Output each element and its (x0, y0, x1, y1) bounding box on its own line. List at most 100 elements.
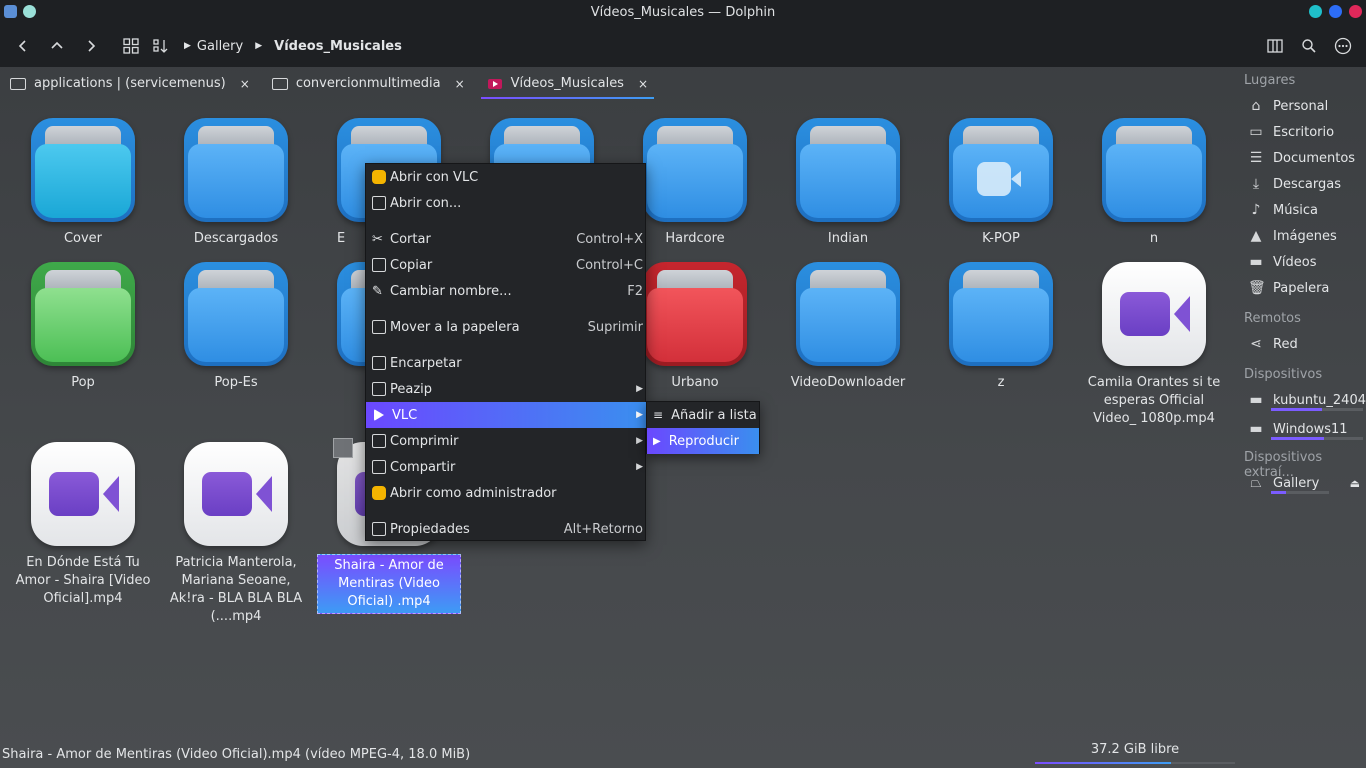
file-item[interactable]: Pop-Es (166, 262, 306, 392)
menu-item-share[interactable]: Compartir ▶ (366, 454, 647, 480)
drive-usage-fill (1271, 408, 1322, 411)
search-icon (1302, 39, 1316, 53)
menu-item-play[interactable]: ▶ Reproducir (647, 428, 759, 454)
menu-item-open-with[interactable]: Abrir con... (366, 190, 647, 216)
menu-item-encarpetar[interactable]: Encarpetar (366, 350, 647, 376)
menu-item-properties[interactable]: Propiedades Alt+Retorno (366, 516, 647, 542)
up-button[interactable] (42, 31, 72, 61)
file-item[interactable]: VideoDownloader (778, 262, 918, 392)
file-name: z (997, 375, 1005, 390)
file-item[interactable]: Pop (13, 262, 153, 392)
file-item[interactable]: n (1084, 118, 1224, 248)
menu-item-label: Compartir (390, 459, 456, 475)
tab-close-icon[interactable]: × (240, 77, 250, 91)
sidebar-item-videos[interactable]: ▬ Vídeos (1244, 249, 1366, 275)
sort-button[interactable] (146, 31, 176, 61)
sidebar-item-label: Red (1273, 336, 1298, 352)
sidebar-item-red[interactable]: ⋖ Red (1244, 331, 1366, 357)
places-header: Lugares (1244, 73, 1296, 88)
camera-lens-icon (103, 476, 119, 512)
close-button[interactable] (1349, 5, 1362, 18)
menu-item-label: Copiar (390, 257, 433, 273)
folder-icon (796, 118, 900, 222)
tab-applications[interactable]: applications | (servicemenus) × (2, 67, 258, 100)
window-title: Vídeos_Musicales — Dolphin (590, 5, 776, 20)
menu-button[interactable] (1328, 31, 1358, 61)
menu-item-rename[interactable]: ✎ Cambiar nombre... F2 (366, 278, 647, 304)
breadcrumb-arrow-icon[interactable]: ▶ (255, 41, 262, 51)
folder-icon (184, 118, 288, 222)
icons-view-button[interactable] (116, 31, 146, 61)
trash-icon: 🗑 (1248, 280, 1266, 296)
file-item[interactable]: Descargados (166, 118, 306, 248)
toolbar-right-actions (1260, 31, 1358, 61)
file-name: VideoDownloader (790, 375, 906, 390)
file-name: K-POP (982, 231, 1020, 246)
file-item[interactable]: En Dónde Está Tu Amor - Shaira [Video Of… (13, 442, 153, 608)
file-item[interactable]: Camila Orantes si te esperas Official Vi… (1084, 262, 1224, 428)
sidebar-item-escritorio[interactable]: ▭ Escritorio (1244, 119, 1366, 145)
maximize-button[interactable] (1329, 5, 1342, 18)
breadcrumb-current[interactable]: Vídeos_Musicales (274, 39, 402, 54)
pin-icon[interactable] (23, 5, 36, 18)
breadcrumb-arrow-icon[interactable]: ▶ (184, 41, 191, 51)
eject-icon[interactable]: ⏏ (1350, 477, 1360, 490)
toolbar: ▶ Gallery ▶ Vídeos_Musicales (0, 25, 1366, 67)
menu-item-open-vlc[interactable]: Abrir con VLC (366, 164, 647, 190)
camera-lens-icon (256, 476, 272, 512)
menu-item-label: Abrir como administrador (390, 485, 557, 501)
sidebar-item-imagenes[interactable]: ▲ Imágenes (1244, 223, 1366, 249)
file-item[interactable]: Cover (13, 118, 153, 248)
menu-item-open-as-admin[interactable]: Abrir como administrador (366, 480, 647, 506)
sidebar-item-label: Windows11 (1273, 421, 1348, 437)
tab-close-icon[interactable]: × (455, 77, 465, 91)
tab-videos-musicales[interactable]: Vídeos_Musicales × (479, 67, 656, 100)
split-view-button[interactable] (1260, 31, 1290, 61)
menu-item-cut[interactable]: ✂ Cortar Control+X (366, 226, 647, 252)
sidebar-item-personal[interactable]: ⌂ Personal (1244, 93, 1366, 119)
sidebar-item-label: Papelera (1273, 280, 1330, 296)
file-item[interactable]: Indian (778, 118, 918, 248)
app-menu-icon[interactable] (4, 5, 17, 18)
shortcut: Control+C (576, 257, 643, 273)
file-name: Descargados (193, 231, 279, 246)
sidebar-item-papelera[interactable]: 🗑 Papelera (1244, 275, 1366, 301)
selection-toggle-icon[interactable] (333, 438, 353, 458)
sidebar-item-label: Descargas (1273, 176, 1342, 192)
tab-close-icon[interactable]: × (638, 77, 648, 91)
forward-button[interactable] (76, 31, 106, 61)
menu-item-add-to-playlist[interactable]: ≡ Añadir a lista (647, 402, 759, 428)
vlc-icon (372, 170, 386, 184)
sidebar-item-musica[interactable]: ♪ Música (1244, 197, 1366, 223)
breadcrumb-gallery[interactable]: Gallery (197, 39, 243, 54)
folder-icon (643, 262, 747, 366)
video-file-icon (184, 442, 288, 546)
minimize-button[interactable] (1309, 5, 1322, 18)
file-item[interactable]: z (931, 262, 1071, 392)
forward-icon (88, 40, 96, 52)
tab-convercionmultimedia[interactable]: convercionmultimedia × (264, 67, 473, 100)
menu-item-compress[interactable]: Comprimir ▶ (366, 428, 647, 454)
file-item[interactable]: K-POP (931, 118, 1071, 248)
usb-drive-icon: ⏢ (1250, 475, 1262, 491)
menu-item-trash[interactable]: Mover a la papelera Suprimir (366, 314, 647, 340)
menu-item-label: Peazip (390, 381, 433, 397)
more-icon (1334, 37, 1352, 55)
admin-icon (372, 486, 386, 500)
search-button[interactable] (1294, 31, 1324, 61)
menu-item-label: Abrir con... (390, 195, 462, 211)
menu-item-vlc[interactable]: VLC ▶ (366, 402, 647, 428)
camera-icon (49, 472, 99, 516)
breadcrumb: ▶ Gallery ▶ Vídeos_Musicales (184, 39, 402, 54)
sidebar-item-documentos[interactable]: ☰ Documentos (1244, 145, 1366, 171)
tab-label: applications | (servicemenus) (34, 76, 226, 91)
menu-item-label: Mover a la papelera (390, 319, 520, 335)
menu-item-peazip[interactable]: Peazip ▶ (366, 376, 647, 402)
sidebar-item-label: Escritorio (1273, 124, 1335, 140)
camera-icon (977, 162, 1021, 196)
free-space-label[interactable]: 37.2 GiB libre (1035, 742, 1235, 757)
sidebar-item-descargas[interactable]: ⤓ Descargas (1244, 171, 1366, 197)
file-item[interactable]: Patricia Manterola, Mariana Seoane, Ak!r… (166, 442, 306, 626)
back-button[interactable] (8, 31, 38, 61)
menu-item-copy[interactable]: Copiar Control+C (366, 252, 647, 278)
